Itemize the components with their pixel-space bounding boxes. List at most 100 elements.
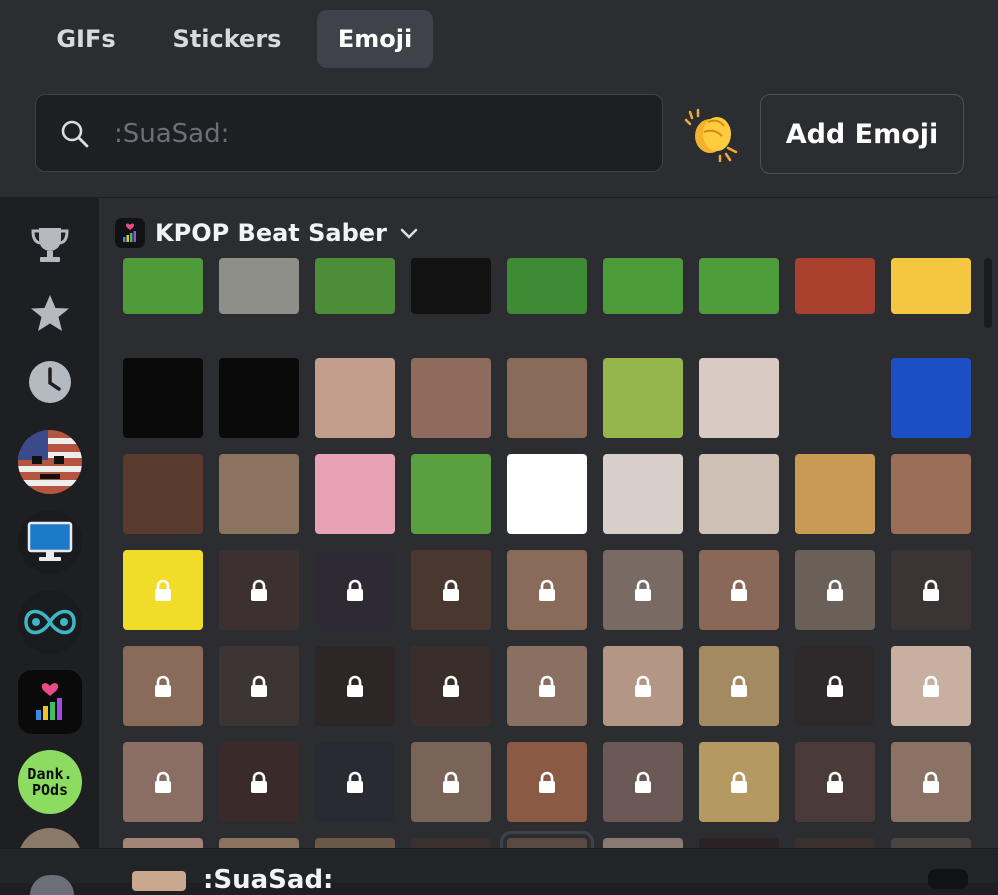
lock-icon — [247, 674, 271, 698]
picker-tabs: GIFs Stickers Emoji — [0, 0, 998, 82]
emoji-item[interactable] — [891, 358, 971, 438]
emoji-item[interactable] — [891, 550, 971, 630]
lock-icon — [919, 674, 943, 698]
emoji-item[interactable] — [507, 358, 587, 438]
emoji-item[interactable] — [603, 258, 683, 314]
emoji-item[interactable] — [699, 550, 779, 630]
lock-icon — [631, 578, 655, 602]
emoji-item[interactable] — [411, 258, 491, 314]
emoji-item[interactable] — [219, 550, 299, 630]
clapping-hands-icon[interactable] — [684, 106, 740, 162]
lock-icon — [823, 770, 847, 794]
emoji-item[interactable] — [507, 742, 587, 822]
emoji-item[interactable] — [795, 358, 875, 438]
lock-icon — [535, 578, 559, 602]
emoji-item[interactable] — [315, 550, 395, 630]
trophy-icon[interactable] — [18, 212, 82, 276]
emoji-item[interactable] — [795, 258, 875, 314]
emoji-item[interactable] — [603, 646, 683, 726]
emoji-item[interactable] — [507, 258, 587, 314]
emoji-item[interactable] — [699, 258, 779, 314]
server-dank-pods-icon[interactable]: Dank. POds — [18, 750, 82, 814]
emoji-item[interactable] — [123, 550, 203, 630]
section-header[interactable]: KPOP Beat Saber — [115, 216, 419, 250]
emoji-item[interactable] — [315, 742, 395, 822]
emoji-item[interactable] — [219, 838, 299, 848]
emoji-item[interactable] — [507, 454, 587, 534]
emoji-item[interactable] — [123, 838, 203, 848]
emoji-item[interactable] — [891, 742, 971, 822]
emoji-item[interactable] — [315, 646, 395, 726]
emoji-item[interactable] — [123, 358, 203, 438]
lock-icon — [151, 770, 175, 794]
emoji-item[interactable] — [219, 358, 299, 438]
tab-gifs[interactable]: GIFs — [40, 10, 132, 68]
lock-icon — [343, 674, 367, 698]
emoji-item[interactable] — [699, 454, 779, 534]
emoji-item[interactable] — [603, 838, 683, 848]
emoji-item[interactable] — [699, 358, 779, 438]
emoji-item[interactable] — [315, 838, 395, 848]
emoji-item[interactable] — [411, 646, 491, 726]
emoji-item[interactable] — [219, 646, 299, 726]
emoji-item[interactable] — [891, 258, 971, 314]
emoji-item[interactable] — [795, 454, 875, 534]
emoji-item[interactable] — [795, 742, 875, 822]
lock-icon — [823, 674, 847, 698]
preview-emoji-name: :SuaSad: — [203, 865, 334, 895]
search-input[interactable] — [112, 113, 636, 155]
emoji-item[interactable] — [411, 838, 491, 848]
emoji-item[interactable] — [315, 358, 395, 438]
server-flag-face-icon[interactable] — [18, 430, 82, 494]
emoji-item[interactable] — [411, 358, 491, 438]
emoji-item[interactable] — [411, 454, 491, 534]
emoji-item[interactable] — [603, 358, 683, 438]
emoji-item[interactable] — [603, 550, 683, 630]
kpop-beat-saber-icon — [115, 218, 145, 248]
emoji-item[interactable] — [795, 838, 875, 848]
emoji-item[interactable] — [315, 454, 395, 534]
emoji-item[interactable] — [123, 454, 203, 534]
emoji-item[interactable] — [500, 831, 594, 848]
emoji-item[interactable] — [891, 838, 971, 848]
lock-icon — [247, 578, 271, 602]
server-monitor-icon[interactable] — [18, 510, 82, 574]
star-icon[interactable] — [18, 282, 82, 346]
search-icon — [61, 120, 89, 148]
emoji-item[interactable] — [219, 258, 299, 314]
add-emoji-button[interactable]: Add Emoji — [760, 94, 964, 174]
emoji-item[interactable] — [603, 454, 683, 534]
lock-icon — [727, 770, 751, 794]
emoji-item[interactable] — [123, 646, 203, 726]
emoji-item[interactable] — [123, 258, 203, 314]
scrollbar[interactable] — [984, 258, 992, 328]
lock-icon — [439, 770, 463, 794]
emoji-item[interactable] — [699, 646, 779, 726]
emoji-item[interactable] — [891, 646, 971, 726]
emoji-search-box[interactable] — [35, 94, 663, 172]
dank-pods-label: Dank. POds — [27, 765, 73, 799]
emoji-item[interactable] — [123, 742, 203, 822]
emoji-picker: GIFs Stickers Emoji Add Emoji — [0, 0, 998, 895]
server-infinity-icon[interactable] — [18, 590, 82, 654]
lock-icon — [535, 770, 559, 794]
tab-emoji[interactable]: Emoji — [317, 10, 433, 68]
emoji-item[interactable] — [795, 646, 875, 726]
emoji-item[interactable] — [219, 454, 299, 534]
clock-icon[interactable] — [18, 350, 82, 414]
emoji-item[interactable] — [219, 742, 299, 822]
emoji-item[interactable] — [891, 454, 971, 534]
emoji-item[interactable] — [603, 742, 683, 822]
emoji-item[interactable] — [699, 742, 779, 822]
emoji-item[interactable] — [315, 258, 395, 314]
server-partial-icon[interactable] — [18, 828, 82, 848]
emoji-item[interactable] — [507, 550, 587, 630]
server-kpop-beat-saber-icon[interactable] — [18, 670, 82, 734]
emoji-item[interactable] — [411, 742, 491, 822]
emoji-item[interactable] — [411, 550, 491, 630]
emoji-item[interactable] — [795, 550, 875, 630]
lock-icon — [727, 578, 751, 602]
emoji-item[interactable] — [507, 646, 587, 726]
tab-stickers[interactable]: Stickers — [160, 10, 294, 68]
emoji-item[interactable] — [699, 838, 779, 848]
